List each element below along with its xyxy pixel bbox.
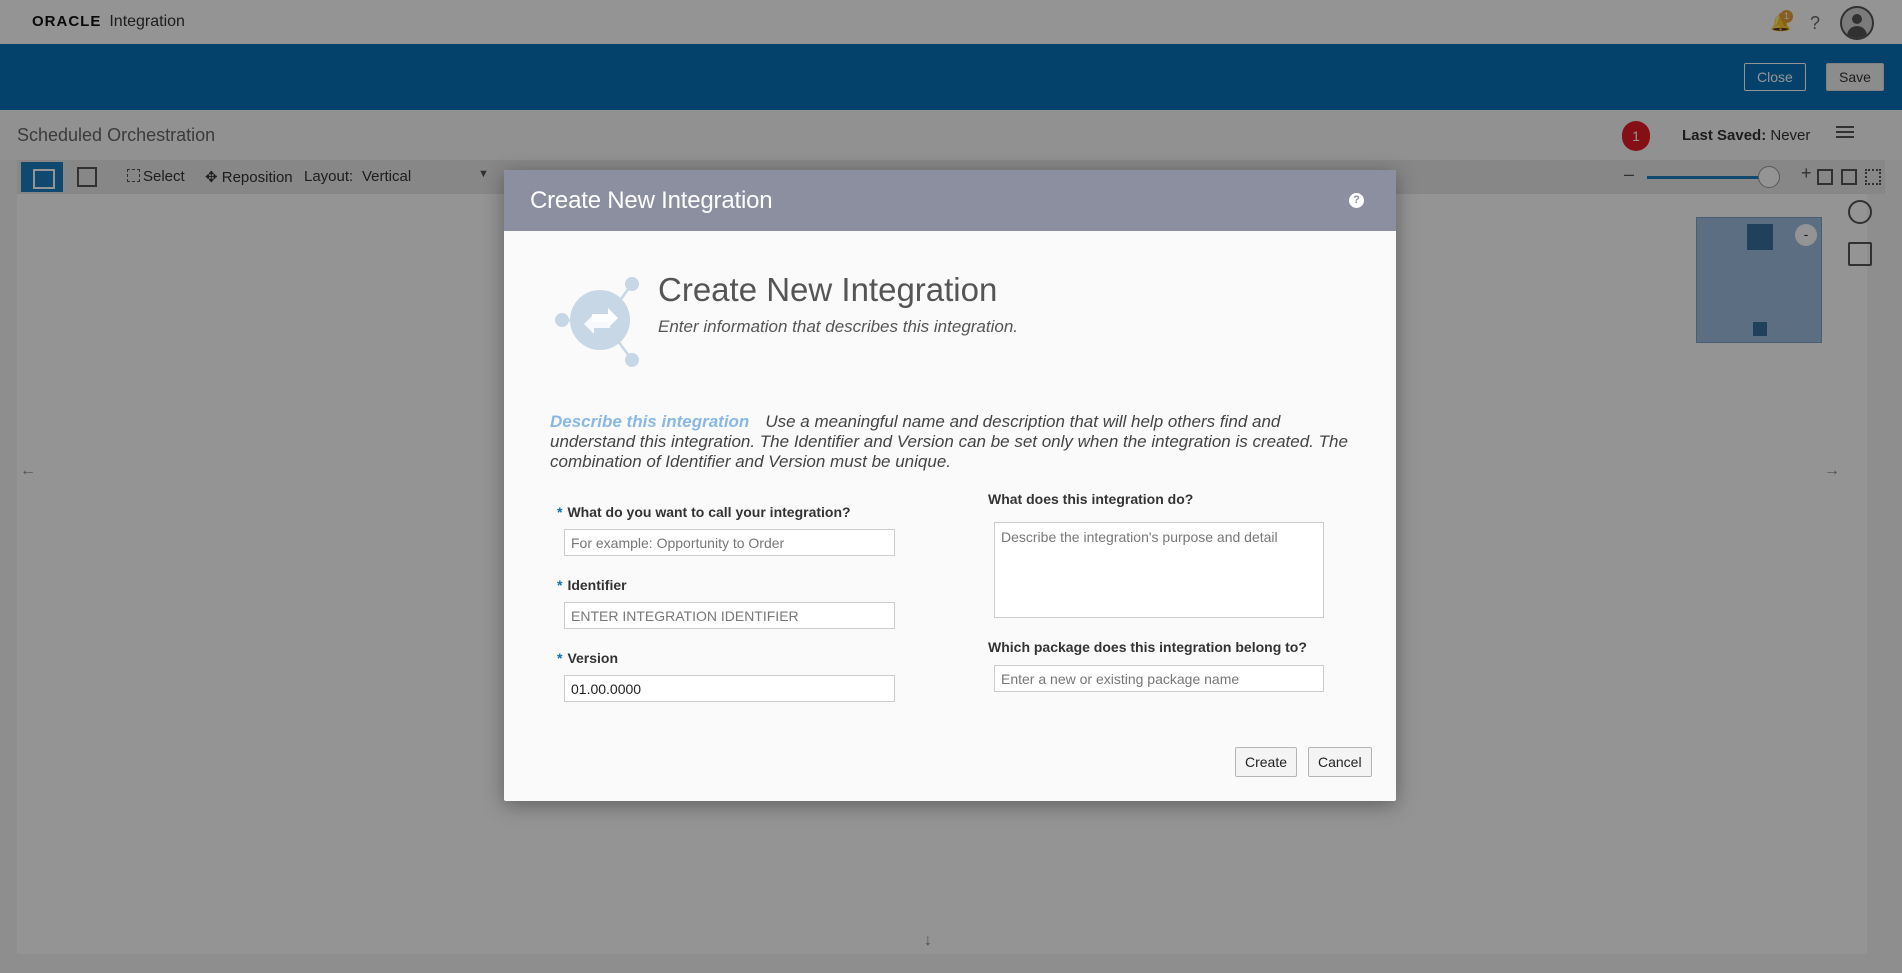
integration-hero-icon — [555, 277, 639, 367]
name-label-text: What do you want to call your integratio… — [567, 504, 851, 520]
cancel-button[interactable]: Cancel — [1308, 747, 1372, 777]
create-integration-dialog: Create New Integration ? Create New Inte… — [504, 170, 1396, 801]
dialog-help-icon[interactable]: ? — [1349, 193, 1364, 208]
dialog-header: Create New Integration ? — [504, 170, 1396, 231]
required-marker: * — [557, 504, 563, 520]
version-input[interactable]: 01.00.0000 — [564, 675, 895, 702]
description-field-label: What does this integration do? — [988, 491, 1194, 507]
hero-subtitle: Enter information that describes this in… — [658, 317, 1019, 336]
description-textarea[interactable]: Describe the integration's purpose and d… — [994, 522, 1324, 618]
name-field-label: * What do you want to call your integrati… — [557, 504, 851, 520]
version-label-text: Version — [567, 650, 619, 666]
version-field-label: * Version — [557, 650, 618, 666]
package-field-label: Which package does this integration belo… — [988, 639, 1307, 655]
required-marker: * — [557, 650, 563, 666]
describe-section: Describe this integration Use a meaningfu… — [550, 412, 1350, 472]
integration-name-input[interactable]: For example: Opportunity to Order — [564, 529, 895, 556]
identifier-input[interactable]: ENTER INTEGRATION IDENTIFIER — [564, 602, 895, 629]
identifier-field-label: * Identifier — [557, 577, 627, 593]
describe-label: Describe this integration — [550, 412, 750, 431]
package-input[interactable]: Enter a new or existing package name — [994, 665, 1324, 692]
identifier-label-text: Identifier — [567, 577, 627, 593]
create-button[interactable]: Create — [1235, 747, 1298, 777]
required-marker: * — [557, 577, 563, 593]
hero-title: Create New Integration — [658, 271, 998, 308]
dialog-title: Create New Integration — [530, 187, 773, 214]
